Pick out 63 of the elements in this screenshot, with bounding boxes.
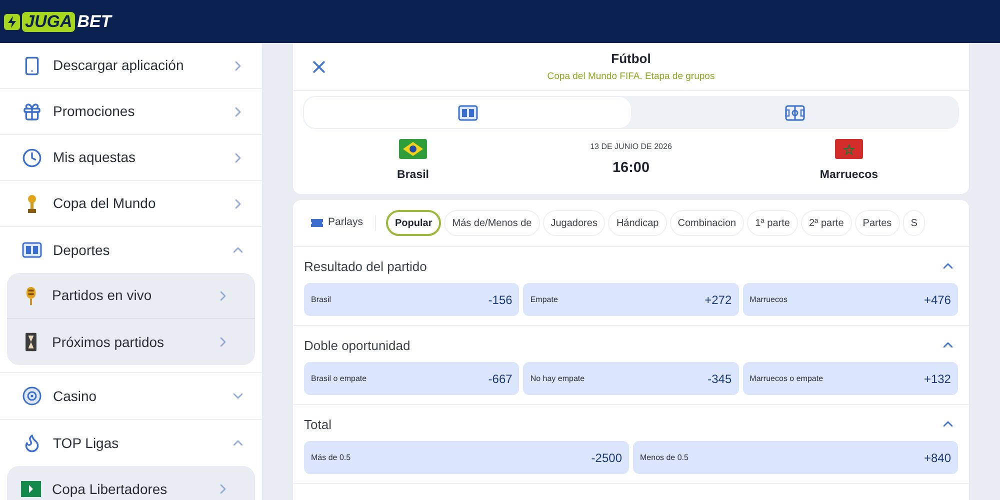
sidebar-item-label: Mis aquestas [53,148,136,167]
flag-icon [399,139,427,159]
sidebar-item[interactable]: Promociones [0,89,262,135]
filter-pill[interactable]: Combinacion [670,210,744,236]
sidebar-group[interactable]: Deportes [0,227,262,273]
filter-pill[interactable]: Partes [854,210,900,236]
filter-pill[interactable]: Jugadores [542,210,606,236]
sidebar-item[interactable]: Copa del Mundo [0,181,262,227]
market-title: Resultado del partido [304,258,428,276]
scoreboard-icon [458,104,478,120]
sidebar-item-label: Descargar aplicación [53,56,185,75]
team-name: Marruecos [820,168,878,183]
filter-pill[interactable]: S [902,210,926,236]
sidebar-item[interactable]: Próximos partidos [7,319,255,365]
sidebar-item-label: Copa Libertadores [52,480,168,499]
odds-button[interactable]: Marruecos o empate +132 [742,362,958,396]
hourglass-icon [23,332,39,352]
sidebar-item-label: Promociones [53,102,136,121]
parlays-button[interactable]: Parlays [311,215,376,232]
market-title: Doble oportunidad [304,336,412,355]
sidebar-group-label: TOP Ligas [53,434,120,453]
clock-icon [22,148,42,168]
filter-pill[interactable]: 2ª parte [800,210,852,236]
bolt-icon [4,14,20,30]
filter-pill[interactable]: 1ª parte [747,210,798,236]
filter-pill[interactable]: Más de/Menos de [444,210,540,236]
odds-button[interactable]: Brasil o empate -667 [304,362,520,396]
sidebar-item-label: Copa del Mundo [53,194,157,213]
football-field-icon [784,104,804,120]
trophy-icon [26,194,38,214]
logo-text: BET [77,12,112,32]
sidebar-group[interactable]: TOP Ligas [0,420,262,466]
filter-pill[interactable]: Popular [386,210,442,236]
sidebar-item-label: Partidos en vivo [52,286,153,305]
match-date: 13 DE JUNIO DE 2026 [590,141,672,153]
match-time: 16:00 [612,159,650,178]
logo[interactable]: JUGA BET [4,12,112,32]
casino-chip-icon [22,386,42,406]
ticket-icon [311,218,323,228]
logo-text: JUGA [22,12,76,32]
sidebar-group-label: Deportes [53,240,111,260]
odds-button[interactable]: Menos de 0.5 +840 [633,441,958,474]
sidebar-group[interactable]: Casino [0,373,262,419]
sidebar-item[interactable]: Partidos en vivo [7,273,255,319]
market-title: Total [304,416,332,434]
flag-icon [21,481,41,497]
sidebar-item[interactable]: Copa Libertadores [7,466,255,500]
odds-button[interactable]: Empate +272 [523,283,739,316]
competition-subtitle: Copa del Mundo FIFA. Etapa de grupos [547,70,715,84]
sidebar-group-label: Casino [53,386,98,406]
sidebar-item[interactable]: Mis aquestas [0,135,262,181]
flag-icon [835,139,863,159]
sidebar-item-label: Próximos partidos [52,332,166,352]
odds-button[interactable]: Brasil -156 [304,283,520,316]
sidebar-item[interactable]: Descargar aplicación [0,43,262,89]
odds-button[interactable]: Más de 0.5 -2500 [304,441,629,474]
odds-button[interactable]: No hay empate -345 [523,362,739,396]
odds-button[interactable]: Marruecos +476 [742,283,958,316]
team-name: Brasil [397,168,429,183]
filter-pill[interactable]: Hándicap [608,210,667,236]
scoreboard-icon [22,242,42,258]
gift-icon [22,102,42,122]
sport-title: Fútbol [611,50,651,68]
